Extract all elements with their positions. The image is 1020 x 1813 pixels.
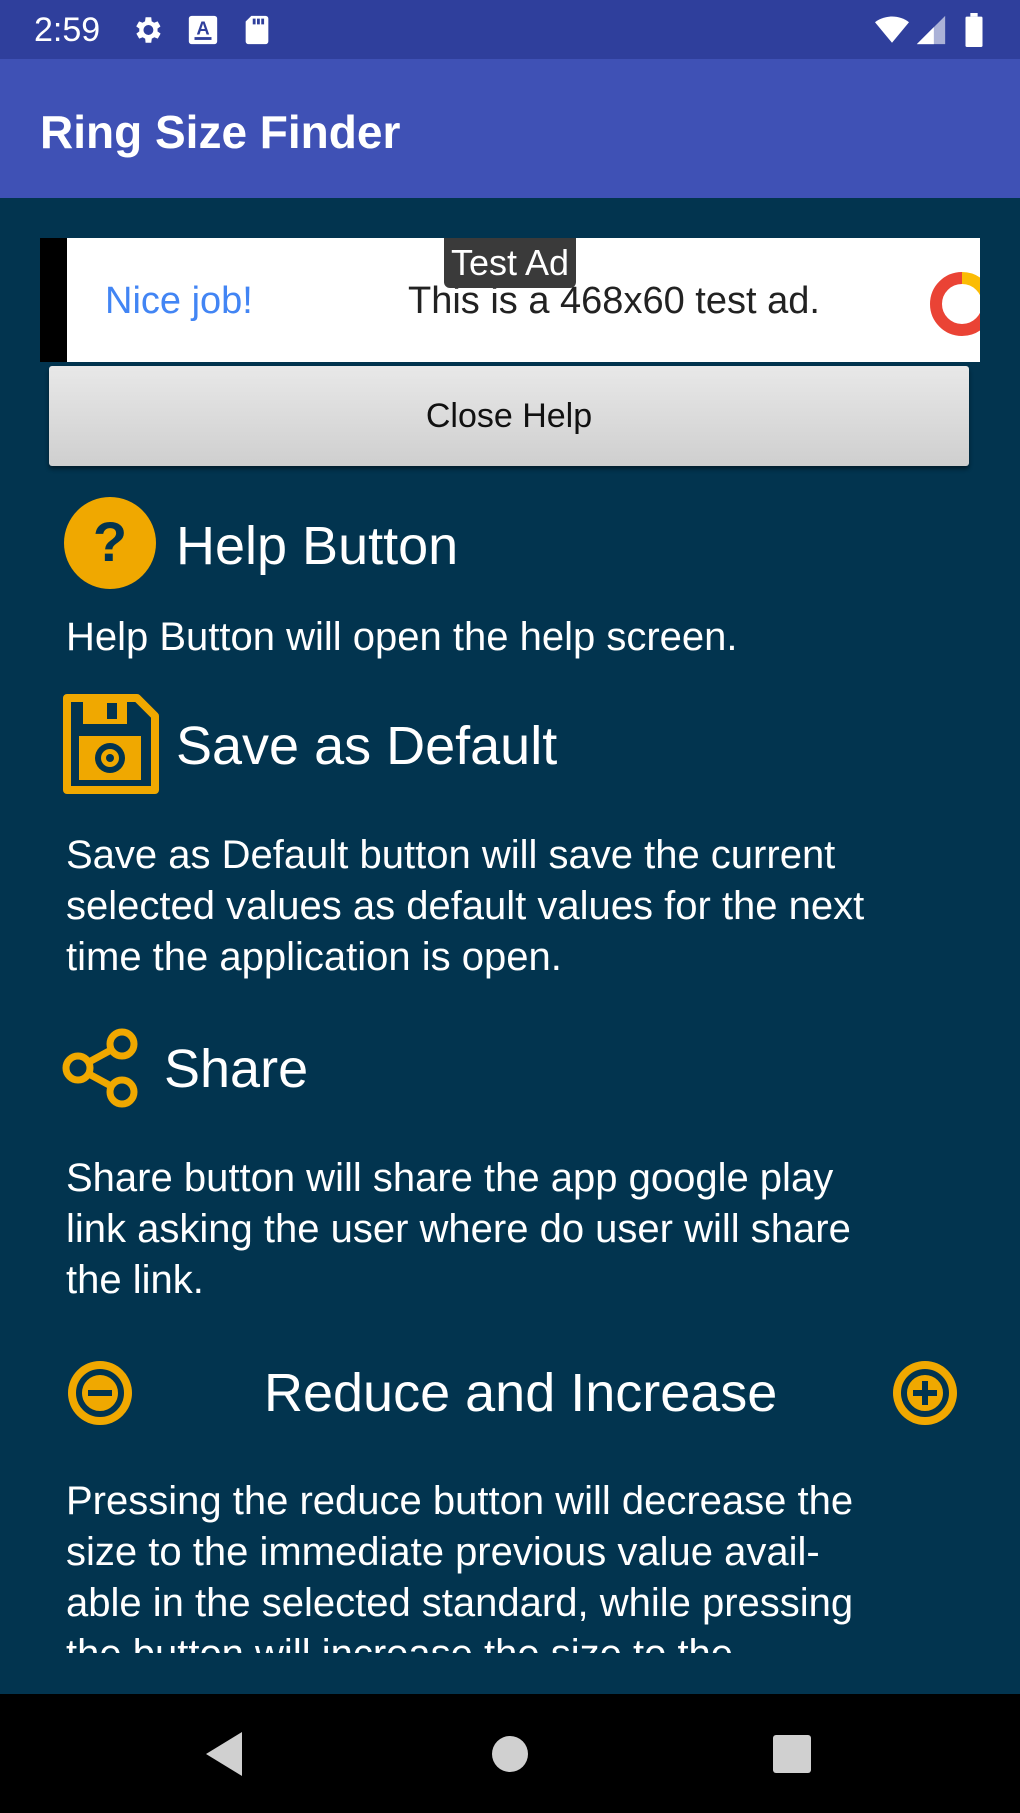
reduce-description-line: Pressing the reduce button will decrease… — [66, 1479, 854, 1523]
save-description-line: Save as Default button will save the cur… — [66, 833, 836, 877]
battery-icon — [965, 13, 983, 47]
signal-icon — [916, 15, 946, 45]
reduce-description-line: able in the selected standard, while pre… — [66, 1581, 854, 1625]
help-button-title: Help Button — [176, 516, 459, 576]
screen: 2:59 A Ring Size Finder Nice job! This i… — [0, 0, 1020, 1813]
share-description: Share button will share the app google p… — [66, 1153, 986, 1306]
save-settings-icon — [63, 694, 159, 794]
reduce-description-line: the button will increase the size to the — [66, 1629, 986, 1653]
ad-badge: Test Ad — [444, 238, 576, 288]
reduce-description-line: size to the immediate previous value ava… — [66, 1530, 820, 1574]
plus-circle-icon — [893, 1361, 957, 1425]
help-button-description: Help Button will open the help screen. — [66, 615, 738, 659]
home-icon[interactable] — [478, 1722, 542, 1786]
help-content[interactable]: Nice job! This is a 468x60 test ad. Test… — [0, 198, 1020, 1653]
app-bar: Ring Size Finder — [0, 59, 1020, 198]
status-time: 2:59 — [34, 11, 101, 49]
wifi-icon — [875, 16, 909, 43]
svg-text:A: A — [196, 17, 209, 38]
a-keyboard-icon: A — [188, 15, 218, 45]
share-description-line: link asking the user where do user will … — [66, 1207, 851, 1251]
ad-left-bar — [40, 238, 67, 362]
svg-text:?: ? — [93, 510, 127, 573]
help-circle-icon: ? — [64, 497, 156, 589]
share-title: Share — [164, 1039, 309, 1099]
save-description-line: time the application is open. — [66, 935, 562, 979]
navigation-bar — [0, 1694, 1020, 1813]
back-icon[interactable] — [192, 1722, 256, 1786]
recents-icon[interactable] — [760, 1722, 824, 1786]
app-title: Ring Size Finder — [40, 106, 401, 158]
save-as-default-title: Save as Default — [176, 716, 558, 776]
reduce-increase-title: Reduce and Increase — [264, 1363, 778, 1423]
share-description-line: Share button will share the app google p… — [66, 1156, 834, 1200]
status-bar: 2:59 A — [0, 0, 1020, 59]
save-as-default-description: Save as Default button will save the cur… — [66, 830, 986, 983]
share-icon — [62, 1028, 138, 1108]
reduce-increase-description: Pressing the reduce button will decrease… — [66, 1476, 986, 1653]
ad-banner[interactable]: Nice job! This is a 468x60 test ad. Test… — [40, 238, 980, 362]
share-description-line: the link. — [66, 1258, 204, 1302]
save-description-line: selected values as default values for th… — [66, 884, 865, 928]
ad-logo-icon — [930, 272, 980, 336]
gear-icon — [136, 17, 161, 43]
close-help-button[interactable]: Close Help — [49, 366, 969, 466]
ad-headline: Nice job! — [105, 280, 253, 322]
minus-circle-icon — [68, 1361, 132, 1425]
sd-card-icon — [245, 15, 269, 45]
